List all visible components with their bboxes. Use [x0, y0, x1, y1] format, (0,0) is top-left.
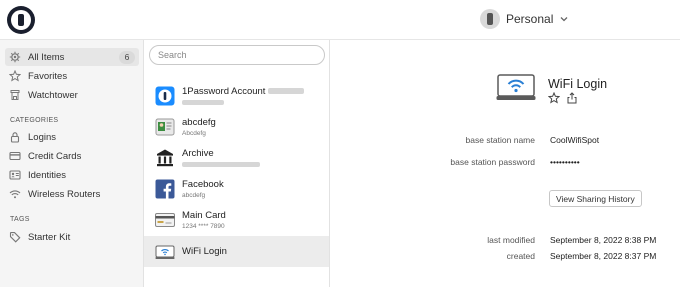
sidebar-item-label: Identities [28, 169, 67, 181]
vault-name: Personal [506, 12, 554, 26]
wifi-icon [9, 188, 21, 200]
search-input[interactable] [149, 45, 325, 65]
detail-actions [548, 92, 578, 104]
sidebar-item-label: Logins [28, 131, 56, 143]
redacted-text [182, 99, 224, 105]
sidebar-item-label: Watchtower [28, 89, 78, 101]
list-item-abcdefg[interactable]: abcdefg Abcdefg [144, 112, 329, 143]
list-item-archive[interactable]: Archive [144, 143, 329, 174]
detail-title: WiFi Login [548, 77, 608, 91]
item-title: Archive [182, 148, 214, 159]
sidebar: All Items 6 Favorites Watchtower CATEGOR… [0, 40, 144, 287]
star-icon [9, 70, 21, 82]
item-list: 1Password Account abcdefg Abcdefg Archiv… [144, 40, 330, 287]
onepassword-icon [155, 86, 175, 106]
field-value-base-station-password[interactable]: •••••••••• [550, 157, 580, 167]
identity-card-icon [155, 118, 175, 136]
sidebar-item-identities[interactable]: Identities [5, 166, 139, 184]
field-label-base-station-password: base station password [450, 157, 535, 167]
redacted-text [182, 161, 260, 167]
sidebar-item-label: Credit Cards [28, 150, 82, 162]
meta-value-created: September 8, 2022 8:37 PM [550, 251, 657, 261]
star-icon[interactable] [548, 92, 560, 104]
vault-switcher[interactable]: Personal [480, 8, 569, 30]
list-item-facebook[interactable]: Facebook abcdefg [144, 174, 329, 205]
count-badge: 6 [119, 51, 135, 64]
categories-header: CATEGORIES [10, 117, 59, 124]
facebook-icon [155, 179, 175, 199]
item-title: Facebook [182, 179, 224, 190]
meta-value-last-modified: September 8, 2022 8:38 PM [550, 235, 657, 245]
gear-icon [9, 51, 21, 63]
sidebar-item-all-items[interactable]: All Items 6 [5, 48, 139, 66]
sidebar-item-tag-starter-kit[interactable]: Starter Kit [5, 228, 139, 246]
identity-card-icon [9, 169, 21, 181]
share-icon[interactable] [566, 92, 578, 104]
lock-icon [9, 131, 21, 143]
item-subtitle: abcdefg [182, 192, 206, 199]
wifi-router-icon [496, 74, 536, 100]
item-subtitle: Abcdefg [182, 130, 206, 137]
item-subtitle [182, 99, 224, 106]
redacted-text [268, 88, 305, 95]
sidebar-item-credit-cards[interactable]: Credit Cards [5, 147, 139, 165]
sidebar-item-favorites[interactable]: Favorites [5, 67, 139, 85]
list-item-main-card[interactable]: Main Card 1234 **** 7890 [144, 205, 329, 236]
sidebar-item-label: Wireless Routers [28, 188, 101, 200]
item-title: Main Card [182, 210, 226, 221]
list-item-1password-account[interactable]: 1Password Account [144, 81, 329, 112]
onepassword-logo-icon[interactable] [7, 6, 35, 34]
watchtower-icon [9, 89, 21, 101]
meta-label-created: created [506, 251, 535, 261]
sidebar-item-label: Favorites [28, 70, 68, 82]
item-subtitle [182, 161, 260, 168]
credit-card-icon [155, 213, 175, 227]
sidebar-item-label: All Items [28, 51, 65, 63]
detail-pane: WiFi Login base station name CoolWifiSpo… [331, 40, 680, 287]
chevron-down-icon [560, 17, 568, 22]
item-subtitle: 1234 **** 7890 [182, 223, 225, 230]
view-sharing-history-button[interactable]: View Sharing History [549, 190, 642, 207]
list-item-wifi-login[interactable]: WiFi Login [144, 236, 329, 267]
vault-icon [480, 9, 500, 29]
field-value-base-station-name[interactable]: CoolWifiSpot [550, 135, 599, 145]
tag-icon [9, 231, 21, 243]
credit-card-icon [9, 150, 21, 162]
sidebar-item-wireless-routers[interactable]: Wireless Routers [5, 185, 139, 203]
wifi-router-icon [155, 245, 175, 259]
item-title: abcdefg [182, 117, 216, 128]
top-bar: Personal [0, 0, 680, 40]
bank-icon [157, 149, 173, 167]
sidebar-item-watchtower[interactable]: Watchtower [5, 86, 139, 104]
field-label-base-station-name: base station name [465, 135, 535, 145]
item-title: WiFi Login [182, 246, 227, 257]
sidebar-item-logins[interactable]: Logins [5, 128, 139, 146]
item-title: 1Password Account [182, 86, 305, 97]
meta-label-last-modified: last modified [487, 235, 535, 245]
tags-header: TAGS [10, 216, 30, 223]
sidebar-item-label: Starter Kit [28, 231, 71, 243]
